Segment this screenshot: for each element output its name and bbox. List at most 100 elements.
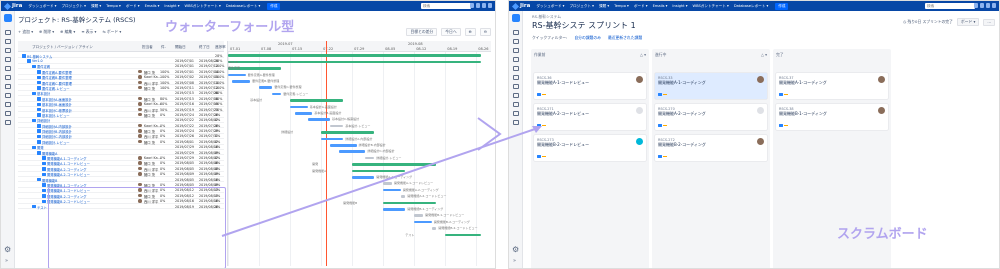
search-input[interactable]: 検索 (421, 3, 471, 9)
calendar-icon[interactable] (513, 84, 519, 89)
gantt-bar[interactable] (228, 73, 246, 77)
gantt-bar[interactable] (352, 169, 406, 173)
gantt-bar[interactable] (365, 156, 375, 160)
issue-card[interactable]: RSCS-37 開発機能A-1-コーディング (776, 73, 888, 99)
gantt-bar[interactable] (232, 80, 251, 83)
toolbar-button[interactable]: ⇆ ボード ▾ (102, 29, 121, 35)
column-menu-icon[interactable]: △ ▾ (640, 52, 646, 57)
nav-menu-item[interactable]: WBSガントチャート ▾ (693, 4, 729, 9)
calendar-icon[interactable] (5, 84, 11, 89)
nav-menu-item[interactable]: 課題 ▾ (599, 4, 609, 9)
gantt-bar[interactable] (383, 201, 437, 205)
gear-icon[interactable]: ⚙ (512, 246, 520, 254)
nav-menu-item[interactable]: Insight ▾ (672, 4, 687, 9)
help-icon[interactable] (980, 3, 984, 8)
notification-icon[interactable] (974, 3, 978, 8)
search-input[interactable]: 検索 (925, 3, 975, 9)
jira-logo[interactable]: Jira (511, 2, 530, 10)
project-avatar[interactable] (4, 14, 12, 22)
add-item-icon[interactable] (513, 120, 519, 125)
toolbar-button[interactable]: ≡ 表示 ▾ (81, 29, 96, 35)
toolbar-button[interactable]: ⊕ 編集 ▾ (60, 29, 75, 35)
gantt-bar[interactable] (338, 150, 366, 153)
user-avatar[interactable] (488, 3, 492, 8)
add-item-icon[interactable] (5, 120, 11, 125)
issue-card[interactable]: RSCS-272 開発機能B-2-コーディング (655, 135, 767, 161)
gantt-bar[interactable] (228, 60, 481, 64)
wbs-icon[interactable] (5, 93, 11, 98)
gantt-bar[interactable] (294, 112, 313, 115)
releases-icon[interactable] (513, 48, 519, 53)
assignee-avatar[interactable] (878, 107, 885, 114)
gantt-bar[interactable] (272, 92, 282, 96)
toolbar-button[interactable]: + 追加 ▾ (18, 29, 33, 35)
nav-menu-item[interactable]: ボード ▾ (126, 4, 140, 9)
gantt-bar[interactable] (307, 118, 330, 121)
assignee-avatar[interactable] (878, 76, 885, 83)
nav-menu-item[interactable]: 課題 ▾ (91, 4, 101, 9)
toolbar-button[interactable]: ⊕ (464, 28, 476, 36)
create-button[interactable]: 作成 (267, 2, 281, 10)
assignee-avatar[interactable] (757, 107, 764, 114)
gantt-bar[interactable] (400, 195, 406, 198)
column-header[interactable]: 進捗率 (215, 45, 226, 50)
nav-menu-item[interactable]: Insight ▾ (164, 4, 179, 9)
nav-menu-item[interactable]: ダッシュボード ▾ (536, 4, 564, 9)
issue-card[interactable]: RSCS-273 開発機能B-2-コードレビュー (534, 135, 646, 161)
settings-icon[interactable] (986, 3, 990, 8)
board-icon[interactable] (513, 30, 519, 35)
toolbar-button[interactable]: ⊕ 削除 ▾ (39, 29, 54, 35)
code-icon[interactable] (513, 111, 519, 116)
more-menu-button[interactable]: ··· (983, 18, 995, 26)
nav-menu-item[interactable]: Databaseレポート ▾ (226, 4, 260, 9)
column-menu-icon[interactable]: △ ▾ (761, 52, 767, 57)
assignee-avatar[interactable] (636, 76, 643, 83)
gantt-bar[interactable] (290, 99, 344, 102)
gantt-bar[interactable] (228, 54, 481, 57)
gantt-bar[interactable] (352, 163, 437, 166)
gantt-bar[interactable] (383, 182, 393, 185)
board-menu-button[interactable]: ボード ▾ (956, 18, 980, 26)
nav-menu-item[interactable]: Tempo ▾ (106, 4, 121, 9)
create-button[interactable]: 作成 (775, 2, 789, 10)
backlog-icon[interactable] (5, 39, 11, 44)
gantt-bar[interactable] (329, 124, 344, 128)
complete-sprint-link[interactable]: ◷ 残り0日 スプリントの完了 (903, 19, 953, 25)
nav-menu-item[interactable]: Emails ▾ (145, 4, 160, 9)
releases-icon[interactable] (5, 48, 11, 53)
column-header[interactable]: プロジェクト / バージョン / アサイン (32, 45, 93, 50)
issue-card[interactable]: RSCS-38 開発機能B-1-コーディング (776, 104, 888, 130)
jira-logo[interactable]: Jira (3, 2, 22, 10)
tempo-icon[interactable] (513, 102, 519, 107)
nav-menu-item[interactable]: WBSガントチャート ▾ (185, 4, 221, 9)
assignee-avatar[interactable] (636, 107, 643, 114)
filter-recently-updated[interactable]: 最近更新された課題 (608, 35, 642, 41)
gantt-bar[interactable] (352, 176, 375, 179)
user-avatar[interactable] (992, 3, 996, 8)
nav-menu-item[interactable]: Databaseレポート ▾ (734, 4, 768, 9)
project-avatar[interactable] (512, 14, 520, 22)
gantt-bar[interactable] (259, 86, 273, 89)
wbs-icon[interactable] (513, 93, 519, 98)
gantt-bar[interactable] (329, 144, 357, 147)
nav-menu-item[interactable]: ダッシュボード ▾ (28, 4, 56, 9)
issue-card[interactable]: RSCS-270 開発機能A-2-コーディング (655, 104, 767, 130)
task-name[interactable]: Ver1.0 (32, 59, 43, 63)
issue-card[interactable]: RSCS-33 開発機能A-1-コーディング (655, 73, 767, 99)
toolbar-button[interactable]: 今日へ (441, 28, 461, 36)
column-header[interactable]: 件. (161, 45, 166, 50)
assignee-avatar[interactable] (636, 138, 643, 145)
issue-card[interactable]: RSCS-271 開発機能A-2-コードレビュー (534, 104, 646, 130)
gantt-bar[interactable] (290, 105, 308, 109)
toolbar-button[interactable]: 目標との差分 (406, 28, 438, 36)
gear-icon[interactable]: ⚙ (4, 246, 12, 254)
column-header[interactable]: 開始日 (175, 45, 186, 50)
nav-menu-item[interactable]: Tempo ▾ (614, 4, 629, 9)
nav-menu-item[interactable]: ボード ▾ (634, 4, 648, 9)
column-header[interactable]: 担当者 (142, 45, 153, 50)
settings-icon[interactable] (482, 3, 486, 8)
notification-icon[interactable] (470, 3, 474, 8)
gantt-bar[interactable] (321, 137, 344, 141)
assignee-avatar[interactable] (757, 138, 764, 145)
gantt-bar[interactable] (321, 131, 375, 134)
